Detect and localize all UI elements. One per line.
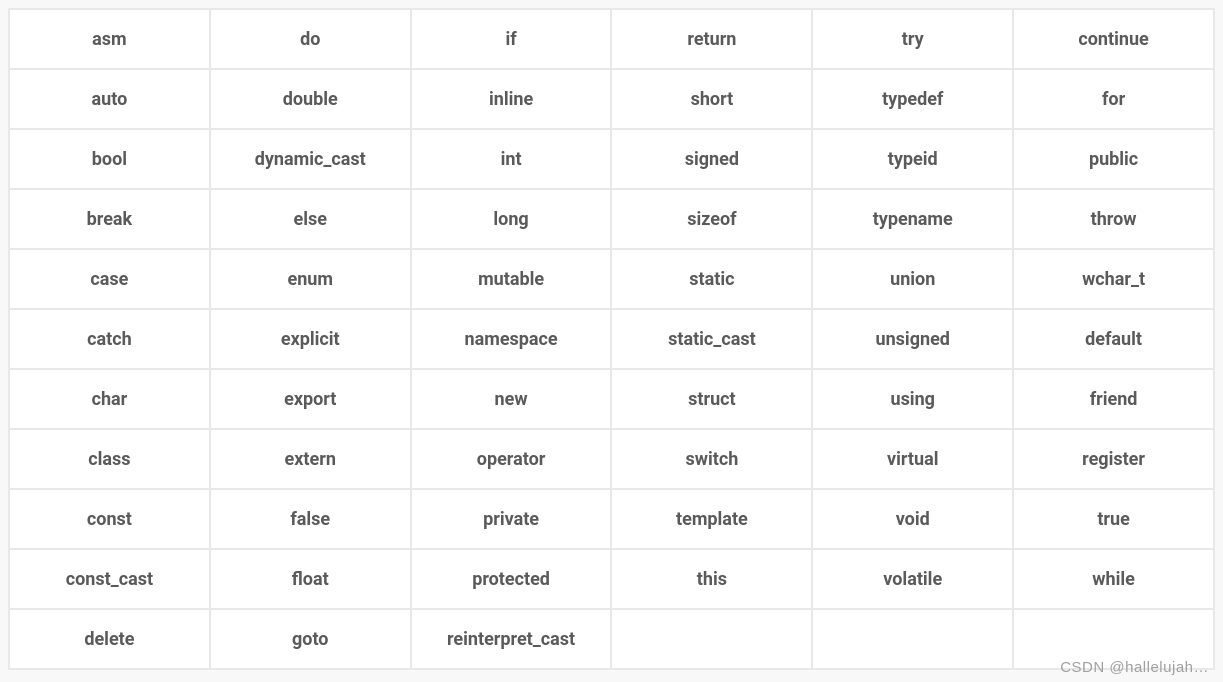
table-row: class extern operator switch virtual reg…	[10, 430, 1213, 488]
table-cell: continue	[1014, 10, 1213, 68]
table-cell: virtual	[813, 430, 1012, 488]
table-cell: friend	[1014, 370, 1213, 428]
table-cell: new	[412, 370, 611, 428]
table-cell: reinterpret_cast	[412, 610, 611, 668]
table-cell: const_cast	[10, 550, 209, 608]
table-cell: asm	[10, 10, 209, 68]
table-cell: float	[211, 550, 410, 608]
table-cell: typename	[813, 190, 1012, 248]
table-cell: delete	[10, 610, 209, 668]
table-cell: namespace	[412, 310, 611, 368]
table-cell: const	[10, 490, 209, 548]
table-cell: dynamic_cast	[211, 130, 410, 188]
table-cell: bool	[10, 130, 209, 188]
table-cell: typedef	[813, 70, 1012, 128]
table-cell: break	[10, 190, 209, 248]
table-cell: while	[1014, 550, 1213, 608]
table-cell: register	[1014, 430, 1213, 488]
table-cell: catch	[10, 310, 209, 368]
table-cell: long	[412, 190, 611, 248]
table-cell: false	[211, 490, 410, 548]
table-row: case enum mutable static union wchar_t	[10, 250, 1213, 308]
keyword-table: asm do if return try continue auto doubl…	[8, 8, 1215, 670]
table-cell: default	[1014, 310, 1213, 368]
table-cell-empty	[813, 610, 1012, 668]
table-cell: throw	[1014, 190, 1213, 248]
table-cell: do	[211, 10, 410, 68]
table-cell: signed	[612, 130, 811, 188]
table-cell: mutable	[412, 250, 611, 308]
table-cell: static	[612, 250, 811, 308]
table-cell: union	[813, 250, 1012, 308]
table-cell: goto	[211, 610, 410, 668]
table-cell: class	[10, 430, 209, 488]
table-cell: volatile	[813, 550, 1012, 608]
table-cell: switch	[612, 430, 811, 488]
table-cell: inline	[412, 70, 611, 128]
table-cell: struct	[612, 370, 811, 428]
table-cell: unsigned	[813, 310, 1012, 368]
table-row: catch explicit namespace static_cast uns…	[10, 310, 1213, 368]
table-cell: try	[813, 10, 1012, 68]
table-cell-empty	[612, 610, 811, 668]
table-cell: void	[813, 490, 1012, 548]
table-row: delete goto reinterpret_cast	[10, 610, 1213, 668]
table-cell: public	[1014, 130, 1213, 188]
table-cell: double	[211, 70, 410, 128]
table-cell: char	[10, 370, 209, 428]
table-row: auto double inline short typedef for	[10, 70, 1213, 128]
table-cell: short	[612, 70, 811, 128]
table-cell: operator	[412, 430, 611, 488]
table-cell: template	[612, 490, 811, 548]
table-cell: extern	[211, 430, 410, 488]
watermark: CSDN @hallelujah…	[1060, 659, 1209, 676]
table-cell: private	[412, 490, 611, 548]
table-cell: wchar_t	[1014, 250, 1213, 308]
table-cell: enum	[211, 250, 410, 308]
table-row: const_cast float protected this volatile…	[10, 550, 1213, 608]
table-cell: export	[211, 370, 410, 428]
table-body: asm do if return try continue auto doubl…	[10, 10, 1213, 668]
table-row: const false private template void true	[10, 490, 1213, 548]
table-cell: case	[10, 250, 209, 308]
table-cell: this	[612, 550, 811, 608]
table-cell: true	[1014, 490, 1213, 548]
table-row: bool dynamic_cast int signed typeid publ…	[10, 130, 1213, 188]
table-cell: using	[813, 370, 1012, 428]
table-cell: if	[412, 10, 611, 68]
table-cell: return	[612, 10, 811, 68]
table-row: break else long sizeof typename throw	[10, 190, 1213, 248]
table-cell: for	[1014, 70, 1213, 128]
table-row: char export new struct using friend	[10, 370, 1213, 428]
table-row: asm do if return try continue	[10, 10, 1213, 68]
table-cell: explicit	[211, 310, 410, 368]
table-cell: int	[412, 130, 611, 188]
table-cell: static_cast	[612, 310, 811, 368]
table-cell: protected	[412, 550, 611, 608]
table-cell: typeid	[813, 130, 1012, 188]
table-cell: else	[211, 190, 410, 248]
table-cell: auto	[10, 70, 209, 128]
table-cell: sizeof	[612, 190, 811, 248]
